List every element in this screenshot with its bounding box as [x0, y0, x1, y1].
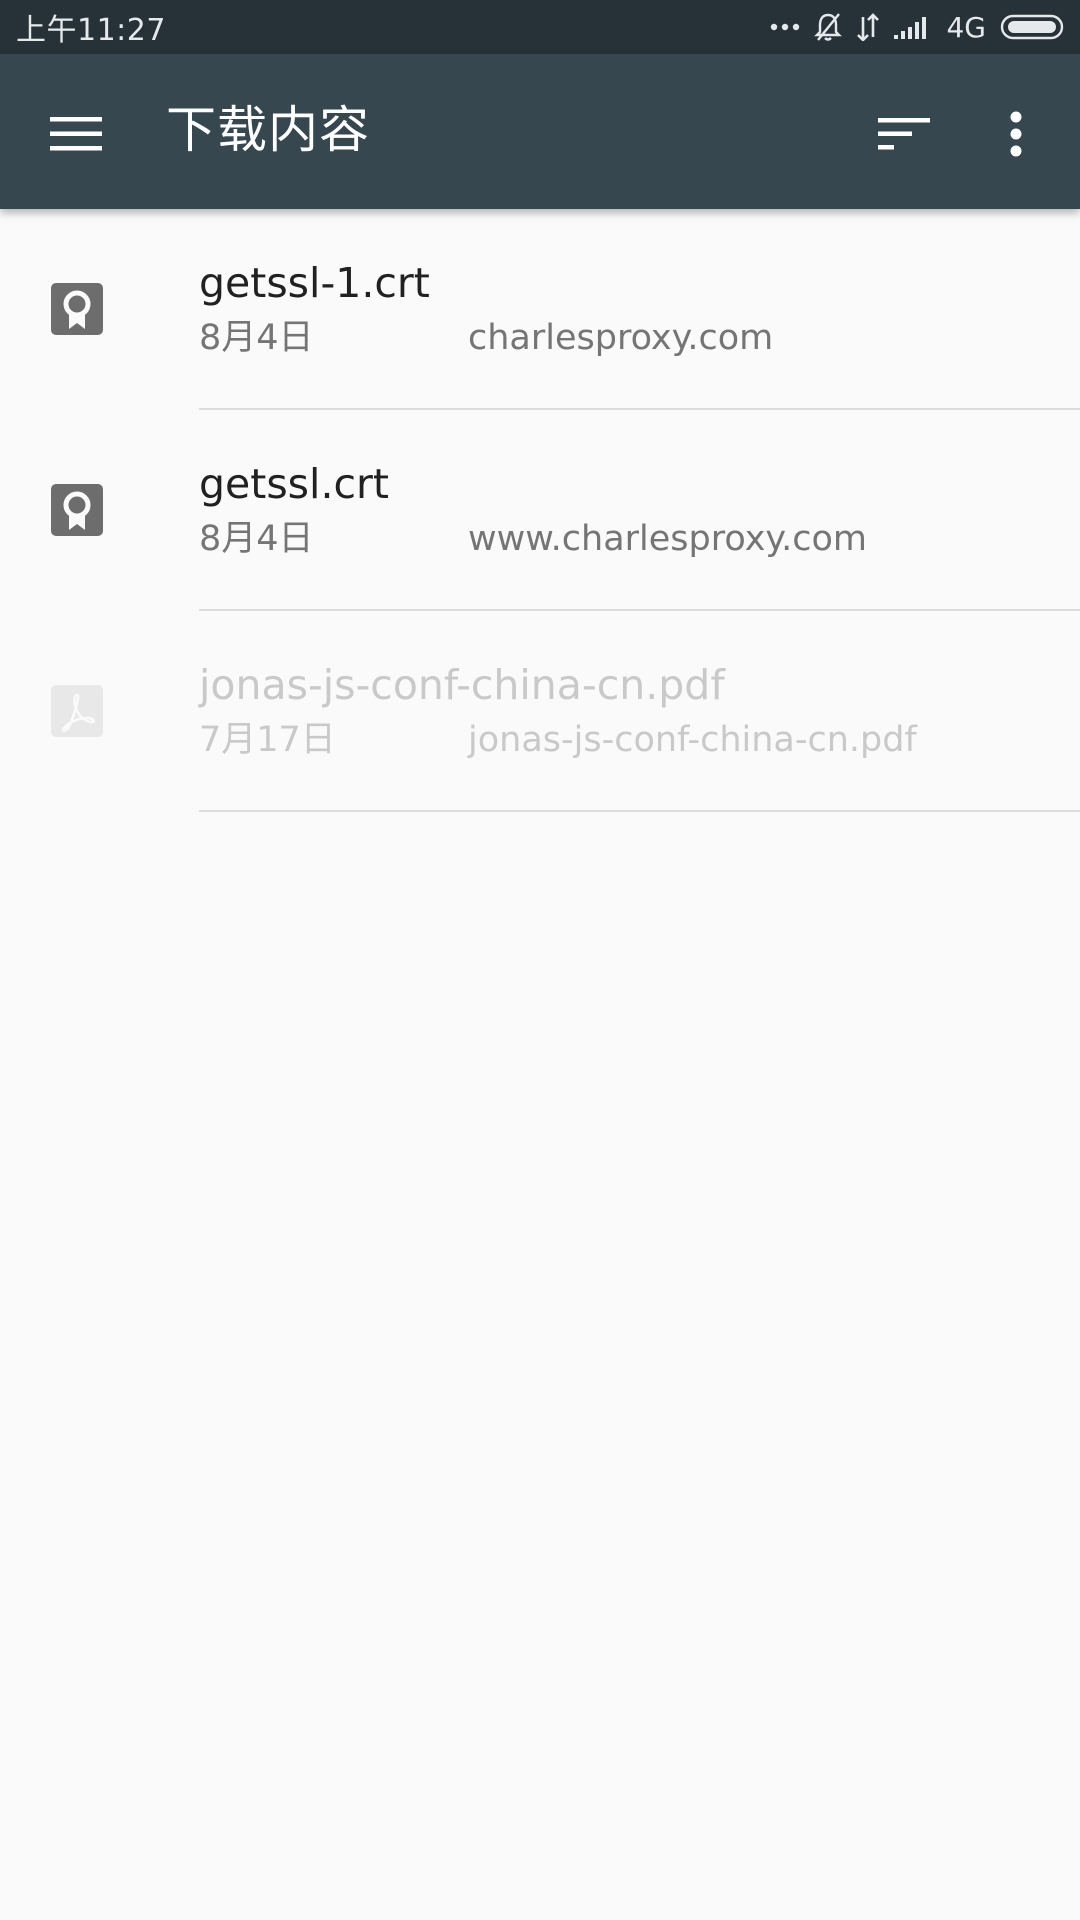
certificate-icon [51, 283, 103, 335]
file-name: getssl-1.crt [199, 259, 430, 307]
data-arrows-icon [856, 13, 880, 41]
download-item[interactable]: getssl.crt 8月4日 www.charlesproxy.com [0, 410, 1080, 611]
status-time: 上午11:27 [16, 13, 166, 48]
pdf-icon [51, 685, 103, 737]
file-date: 8月4日 [199, 318, 314, 358]
status-icons: 4G [770, 11, 1066, 44]
download-item[interactable]: jonas-js-conf-china-cn.pdf 7月17日 jonas-j… [0, 611, 1080, 812]
menu-button[interactable] [30, 88, 122, 180]
downloads-list: getssl-1.crt 8月4日 charlesproxy.com getss… [0, 209, 1080, 812]
menu-icon [50, 117, 102, 151]
app-toolbar: 下载内容 [0, 54, 1080, 209]
bell-muted-icon [814, 12, 843, 42]
more-options-button[interactable] [970, 88, 1062, 180]
network-type-label: 4G [946, 10, 986, 44]
more-vert-icon [1010, 111, 1022, 157]
file-source: www.charlesproxy.com [468, 519, 868, 559]
file-date: 7月17日 [199, 720, 336, 760]
file-name: jonas-js-conf-china-cn.pdf [199, 661, 725, 709]
file-source: jonas-js-conf-china-cn.pdf [468, 720, 917, 760]
more-dots-icon [770, 22, 800, 32]
sort-button[interactable] [858, 88, 950, 180]
file-source: charlesproxy.com [468, 318, 774, 358]
page-title: 下载内容 [166, 101, 370, 159]
file-name: getssl.crt [199, 460, 389, 508]
download-item[interactable]: getssl-1.crt 8月4日 charlesproxy.com [0, 209, 1080, 410]
sort-icon [878, 118, 930, 150]
status-bar: 上午11:27 4G [0, 0, 1080, 54]
signal-icon [894, 15, 930, 39]
divider [199, 810, 1080, 812]
certificate-icon [51, 484, 103, 536]
battery-icon [1000, 13, 1066, 41]
file-date: 8月4日 [199, 519, 314, 559]
